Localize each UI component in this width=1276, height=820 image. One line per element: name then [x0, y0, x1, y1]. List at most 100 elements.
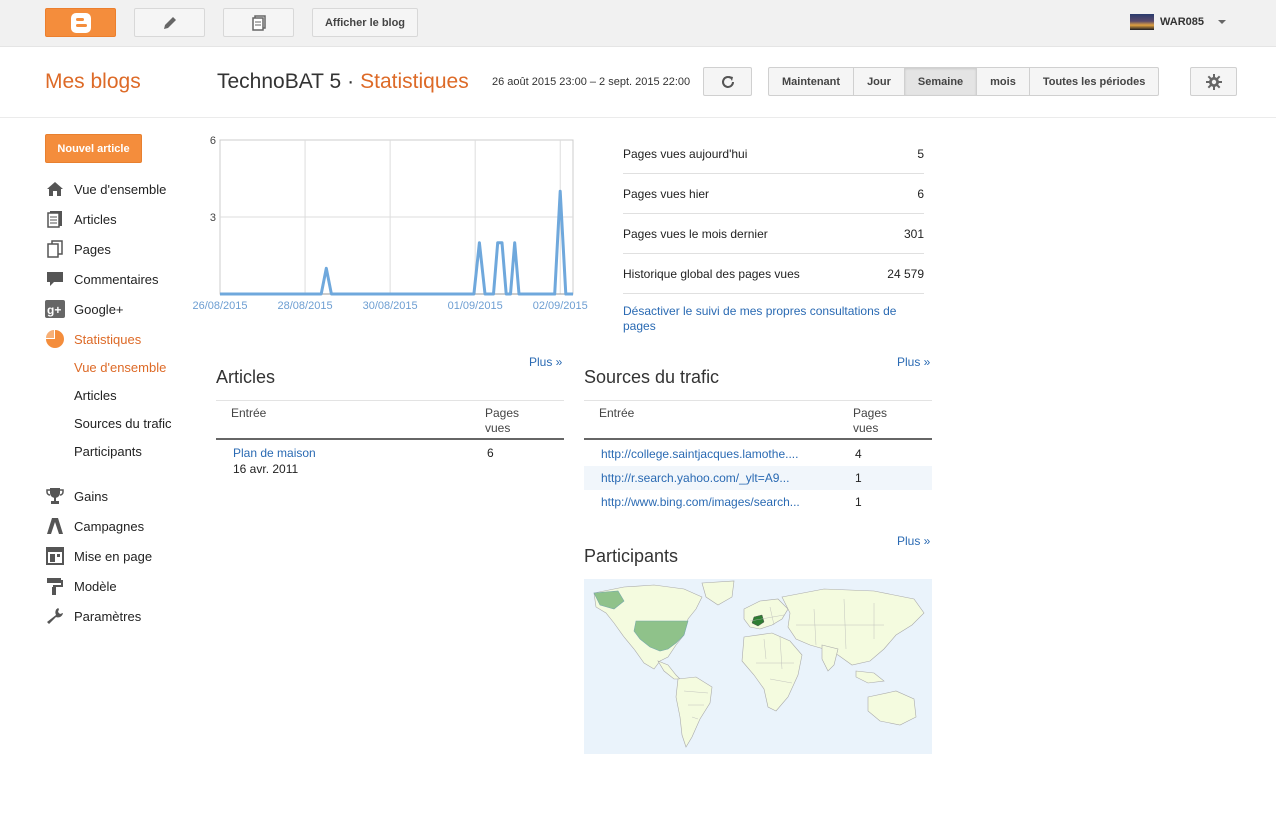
- sidebar-subitem-overview[interactable]: Vue d'ensemble: [74, 353, 166, 381]
- traffic-source-link[interactable]: http://www.bing.com/images/search...: [601, 495, 800, 509]
- article-link[interactable]: Plan de maison: [233, 446, 316, 460]
- comment-icon: [45, 269, 65, 289]
- svg-text:g+: g+: [47, 303, 61, 317]
- traffic-source-link[interactable]: http://r.search.yahoo.com/_ylt=A9...: [601, 471, 789, 485]
- posts-icon: [45, 209, 65, 229]
- y-tick-label: 3: [210, 212, 216, 224]
- sidebar-item-campaigns[interactable]: Campagnes: [45, 511, 205, 541]
- layout-icon: [45, 546, 65, 566]
- period-all[interactable]: Toutes les périodes: [1028, 68, 1159, 95]
- audience-title: Participants: [584, 546, 679, 566]
- stat-row-today: Pages vues aujourd'hui 5: [623, 134, 924, 174]
- sidebar-item-posts[interactable]: Articles: [45, 204, 205, 234]
- sidebar-subitem-posts[interactable]: Articles: [74, 381, 117, 409]
- disable-self-tracking-link[interactable]: Désactiver le suivi de mes propres consu…: [623, 304, 923, 334]
- traffic-source-link[interactable]: http://college.saintjacques.lamothe....: [601, 447, 798, 461]
- google-plus-icon: g+: [45, 299, 65, 319]
- traffic-table-header: Entrée Pages vues: [584, 400, 932, 440]
- sidebar-item-label: Mise en page: [74, 548, 153, 564]
- refresh-button[interactable]: [703, 67, 752, 96]
- home-icon: [45, 179, 65, 199]
- audience-more-link[interactable]: Plus »: [897, 534, 930, 548]
- stat-value: 5: [917, 146, 924, 161]
- stat-row-yesterday: Pages vues hier 6: [623, 174, 924, 214]
- sidebar-item-comments[interactable]: Commentaires: [45, 264, 205, 294]
- stat-label: Pages vues aujourd'hui: [623, 146, 748, 161]
- sidebar-item-pages[interactable]: Pages: [45, 234, 205, 264]
- audience-world-map[interactable]: [584, 579, 932, 754]
- period-selector: Maintenant Jour Semaine mois Toutes les …: [768, 67, 1160, 96]
- new-post-button[interactable]: Nouvel article: [45, 134, 142, 163]
- user-name: WAR085: [1160, 16, 1205, 28]
- top-bar: Afficher le blog WAR085: [0, 0, 1276, 47]
- sidebar-item-label: Articles: [74, 211, 117, 227]
- settings-button[interactable]: [1190, 67, 1237, 96]
- refresh-icon: [721, 75, 734, 88]
- documents-icon: [251, 14, 266, 31]
- pageviews-chart: 6 3 26/08/2015 28/08/2015 30/08/2015 01/09/20…: [192, 135, 588, 312]
- stat-value: 6: [917, 186, 924, 201]
- sidebar-item-label: Google+: [74, 301, 124, 317]
- view-blog-button[interactable]: Afficher le blog: [312, 8, 418, 37]
- sidebar-item-stats[interactable]: Statistiques: [45, 324, 205, 354]
- col-entry: Entrée: [231, 406, 267, 420]
- sidebar-item-label: Modèle: [74, 578, 117, 594]
- col-entry: Entrée: [599, 406, 635, 420]
- sidebar-item-label: Commentaires: [74, 271, 159, 287]
- pageviews-summary: Pages vues aujourd'hui 5 Pages vues hier…: [623, 134, 924, 294]
- avatar: [1130, 14, 1154, 30]
- stat-label: Pages vues le mois dernier: [623, 226, 768, 241]
- article-views: 6: [487, 446, 494, 460]
- wrench-icon: [45, 606, 65, 626]
- sidebar-item-template[interactable]: Modèle: [45, 571, 205, 601]
- sidebar-item-layout[interactable]: Mise en page: [45, 541, 205, 571]
- gear-icon: [1205, 73, 1222, 90]
- table-row: http://r.search.yahoo.com/_ylt=A9... 1: [584, 466, 932, 490]
- sidebar-item-google-plus[interactable]: g+ Google+: [45, 294, 205, 324]
- section-name: Statistiques: [360, 70, 469, 93]
- my-blogs-link[interactable]: Mes blogs: [45, 70, 141, 94]
- traffic-more-link[interactable]: Plus »: [897, 355, 930, 369]
- stat-value: 301: [903, 226, 924, 241]
- posts-list-button[interactable]: [223, 8, 294, 37]
- col-pageviews: Pages vues: [853, 406, 888, 435]
- period-now[interactable]: Maintenant: [769, 68, 853, 95]
- sidebar-item-label: Statistiques: [74, 331, 142, 347]
- x-tick-label: 02/09/2015: [533, 300, 588, 312]
- date-range: 26 août 2015 23:00 – 2 sept. 2015 22:00: [492, 76, 691, 88]
- page-title: TechnoBAT 5 · Statistiques: [217, 70, 469, 94]
- period-month[interactable]: mois: [976, 68, 1029, 95]
- stat-row-last-month: Pages vues le mois dernier 301: [623, 214, 924, 254]
- new-post-pencil-button[interactable]: [134, 8, 205, 37]
- article-date: 16 avr. 2011: [233, 462, 299, 476]
- stat-label: Pages vues hier: [623, 186, 710, 201]
- sidebar-subitem-audience[interactable]: Participants: [74, 437, 142, 465]
- blogger-home-button[interactable]: [45, 8, 116, 37]
- period-week[interactable]: Semaine: [903, 68, 977, 95]
- campaign-icon: [45, 516, 65, 536]
- pages-icon: [45, 239, 65, 259]
- sidebar-item-label: Pages: [74, 241, 111, 257]
- stat-row-all-time: Historique global des pages vues 24 579: [623, 254, 924, 294]
- pencil-icon: [163, 16, 176, 29]
- x-tick-label: 28/08/2015: [278, 300, 333, 312]
- sidebar-item-earnings[interactable]: Gains: [45, 481, 205, 511]
- traffic-views: 1: [855, 495, 862, 509]
- sidebar-item-label: Vue d'ensemble: [74, 181, 167, 197]
- sidebar-item-label: Paramètres: [74, 608, 142, 624]
- user-menu[interactable]: WAR085: [1130, 14, 1227, 30]
- traffic-title: Sources du trafic: [584, 367, 720, 387]
- trophy-icon: [45, 486, 65, 506]
- period-day[interactable]: Jour: [853, 68, 904, 95]
- articles-more-link[interactable]: Plus »: [529, 355, 562, 369]
- table-row: http://www.bing.com/images/search... 1: [584, 490, 932, 514]
- y-tick-label: 6: [210, 135, 216, 147]
- title-separator: ·: [347, 70, 355, 93]
- sidebar-item-settings[interactable]: Paramètres: [45, 601, 205, 631]
- articles-table-header: Entrée Pages vues: [216, 400, 564, 440]
- paint-roller-icon: [45, 576, 65, 596]
- sidebar-item-overview[interactable]: Vue d'ensemble: [45, 174, 205, 204]
- traffic-views: 4: [855, 447, 862, 461]
- sidebar-item-label: Campagnes: [74, 518, 145, 534]
- sidebar-subitem-traffic[interactable]: Sources du trafic: [74, 409, 172, 437]
